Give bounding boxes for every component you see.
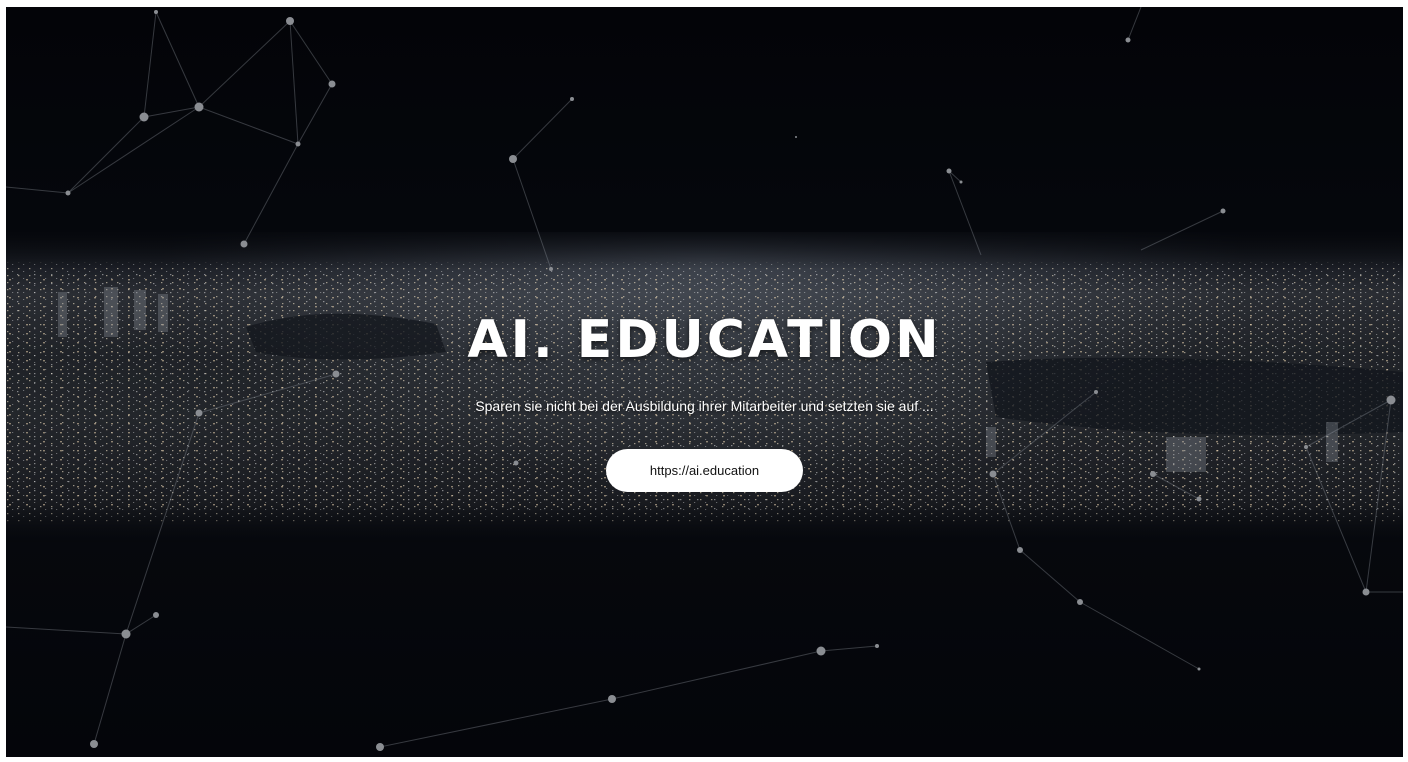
network-lines-background: [6, 7, 1403, 751]
hero-banner: AI. EDUCATION Sparen sie nicht bei der A…: [6, 7, 1403, 757]
page-title: AI. EDUCATION: [467, 310, 942, 370]
hero-subtitle: Sparen sie nicht bei der Ausbildung ihre…: [475, 398, 934, 414]
website-link-button[interactable]: https://ai.education: [606, 449, 803, 492]
